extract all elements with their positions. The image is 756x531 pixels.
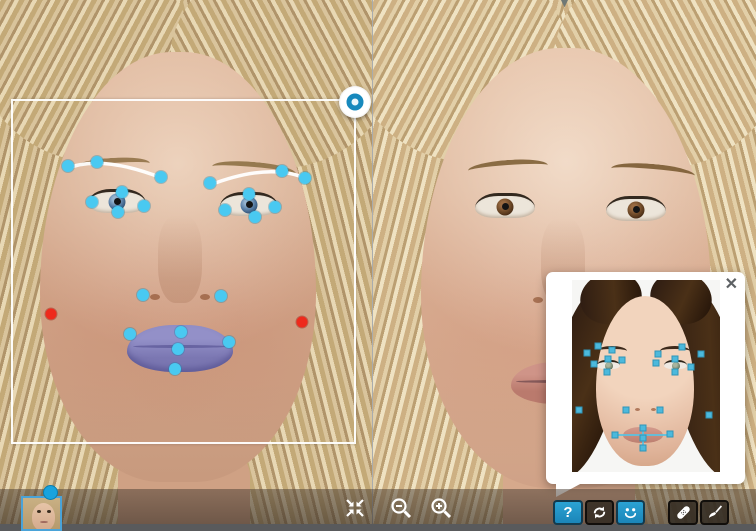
left-brow-inner-dot[interactable] [155, 171, 167, 183]
nose-left-dot[interactable] [137, 289, 149, 301]
ref-left-brow-outer-square [583, 349, 591, 357]
right-eye [606, 196, 666, 221]
ref-nose-right-square [656, 406, 664, 414]
mouth-top-dot[interactable] [175, 326, 187, 338]
mouth-left-corner-dot[interactable] [124, 328, 136, 340]
bottom-strip [0, 524, 756, 531]
ref-right-brow-outer-square [697, 350, 705, 358]
left-eye [475, 193, 535, 218]
thumbnail-eye [47, 510, 51, 513]
right-pupil [632, 205, 640, 213]
face-points-button[interactable] [616, 500, 645, 525]
ref-right-eye-outer-square [687, 363, 695, 371]
app-window: ✕ ? [0, 0, 756, 531]
ref-right-eye-inner-square [652, 359, 660, 367]
ref-left-eye-top-square [604, 355, 612, 363]
blemish-remover-button[interactable] [668, 500, 698, 525]
rotate-handle[interactable] [339, 86, 371, 118]
right-brow-outer-dot[interactable] [299, 172, 311, 184]
left-brow-mid-dot[interactable] [91, 156, 103, 168]
right-eye-top-dot[interactable] [243, 188, 255, 200]
nose-right-dot[interactable] [215, 290, 227, 302]
ref-left-eye-bottom-square [603, 368, 611, 376]
ref-right-eye-top-square [671, 355, 679, 363]
left-cheek-marker-dot[interactable] [45, 308, 57, 320]
makeup-brush-button[interactable] [700, 500, 729, 525]
ref-left-cheek-square [575, 406, 583, 414]
collapse-arrows-icon[interactable] [343, 496, 367, 520]
mouth-center-dot[interactable] [172, 343, 184, 355]
right-iris [627, 201, 645, 219]
bandage-icon [676, 506, 690, 519]
right-eye-bottom-dot[interactable] [249, 211, 261, 223]
left-pupil [501, 202, 509, 210]
landmark-help-popup: ✕ [546, 272, 745, 497]
left-eye-outer-dot[interactable] [86, 196, 98, 208]
smiley-face-icon [624, 508, 637, 519]
ref-mouth-top-square [639, 424, 647, 432]
left-eye-top-dot[interactable] [116, 186, 128, 198]
ref-right-brow-inner-square [654, 350, 662, 358]
active-photo-badge [43, 485, 58, 500]
ref-left-eye-outer-square [590, 360, 598, 368]
mouth-bottom-dot[interactable] [169, 363, 181, 375]
close-icon[interactable]: ✕ [725, 276, 738, 294]
face-selection-box[interactable] [11, 99, 356, 444]
question-mark-icon: ? [563, 504, 573, 521]
photo-thumbnail[interactable] [21, 496, 62, 531]
ref-mouth-right-square [666, 430, 674, 438]
ref-left-brow-inner-square [608, 346, 616, 354]
ref-mouth-left-square [611, 431, 619, 439]
reference-face-photo [572, 280, 720, 472]
right-eye-inner-dot[interactable] [219, 204, 231, 216]
ref-mouth-center-square [639, 434, 647, 442]
ref-left-brow-mid-square [594, 342, 602, 350]
left-nostril [533, 297, 543, 303]
ref-left-nostril [635, 408, 640, 411]
zoom-in-icon[interactable] [429, 496, 453, 520]
left-eye-bottom-dot[interactable] [112, 206, 124, 218]
zoom-out-icon[interactable] [389, 496, 413, 520]
ref-right-cheek-square [705, 411, 713, 419]
bottom-toolbar: ? [0, 485, 756, 531]
thumbnail-eye [37, 510, 41, 513]
rotate-handle-ring-icon [346, 93, 364, 111]
right-cheek-marker-dot[interactable] [296, 316, 308, 328]
photo-split-divider [372, 0, 373, 525]
right-brow-mid-dot[interactable] [276, 165, 288, 177]
left-brow-outer-dot[interactable] [62, 160, 74, 172]
right-brow-inner-dot[interactable] [204, 177, 216, 189]
refresh-arrows-icon [593, 506, 606, 519]
ref-mouth-bottom-square [639, 444, 647, 452]
compare-refresh-button[interactable] [585, 500, 614, 525]
right-eye-outer-dot[interactable] [269, 201, 281, 213]
paintbrush-icon [708, 505, 723, 519]
ref-left-eye-inner-square [618, 356, 626, 364]
ref-right-eyebrow [660, 346, 690, 356]
ref-right-brow-mid-square [678, 343, 686, 351]
help-button[interactable]: ? [553, 500, 583, 525]
thumbnail-mouth [40, 521, 48, 523]
ref-right-eye-bottom-square [671, 368, 679, 376]
mouth-right-corner-dot[interactable] [223, 336, 235, 348]
left-eye-inner-dot[interactable] [138, 200, 150, 212]
ref-right-nostril [651, 408, 656, 411]
ref-nose-left-square [622, 406, 630, 414]
thumbnail-face [32, 503, 55, 529]
left-iris [496, 198, 514, 216]
